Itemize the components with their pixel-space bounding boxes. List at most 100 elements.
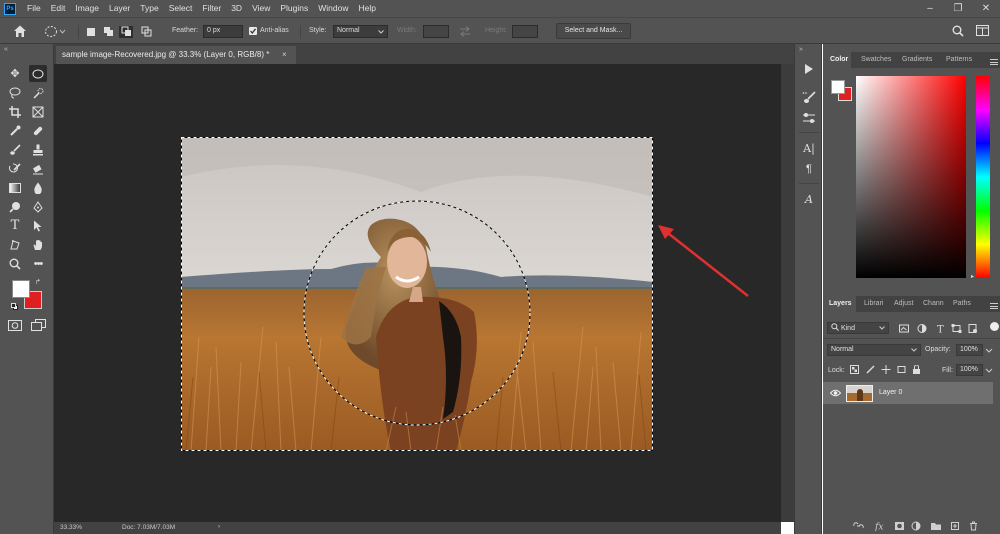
document-image[interactable] — [181, 137, 653, 451]
glyphs-panel-icon[interactable]: A — [801, 191, 817, 207]
width-input[interactable] — [423, 25, 449, 38]
status-menu-arrow-icon[interactable]: › — [218, 523, 220, 530]
menu-image[interactable]: Image — [70, 0, 104, 17]
elliptical-marquee-preset-icon[interactable] — [44, 25, 66, 38]
screen-mode-icon[interactable] — [31, 319, 46, 331]
select-and-mask-button[interactable]: Select and Mask... — [556, 23, 631, 39]
tab-adjustments[interactable]: Adjust — [894, 300, 913, 307]
menu-edit[interactable]: Edit — [46, 0, 71, 17]
chevron-down-icon[interactable] — [985, 348, 993, 353]
height-input[interactable] — [512, 25, 538, 38]
chevron-down-icon[interactable] — [985, 368, 993, 373]
menu-3d[interactable]: 3D — [226, 0, 247, 17]
style-label: Style: — [309, 27, 327, 34]
color-field[interactable] — [856, 76, 966, 278]
color-panel-menu-icon[interactable] — [990, 59, 998, 65]
history-brush-tool-icon[interactable] — [6, 160, 24, 177]
eraser-tool-icon[interactable] — [29, 160, 47, 177]
swap-width-height-icon[interactable] — [459, 26, 471, 37]
layers-panel-menu-icon[interactable] — [990, 303, 998, 309]
collapse-arrows-icon[interactable]: « — [4, 46, 8, 53]
anti-alias-checkbox[interactable] — [249, 27, 257, 35]
paragraph-panel-icon[interactable]: ¶ — [801, 161, 817, 177]
blur-tool-icon[interactable] — [29, 179, 47, 196]
dodge-tool-icon[interactable] — [6, 198, 24, 215]
move-tool-icon[interactable]: ✥ — [6, 65, 24, 82]
layer-filter-toggle[interactable] — [990, 322, 999, 331]
crop-tool-icon[interactable] — [6, 103, 24, 120]
tab-swatches[interactable]: Swatches — [861, 56, 891, 63]
brush-tool-icon[interactable] — [6, 141, 24, 158]
hue-slider-handle-icon[interactable]: ▸ — [971, 273, 974, 280]
zoom-tool-icon[interactable] — [6, 255, 24, 272]
healing-brush-tool-icon[interactable] — [29, 122, 47, 139]
restore-button[interactable]: ❐ — [944, 0, 972, 17]
zoom-level[interactable]: 33.33% — [60, 524, 82, 531]
shape-tool-icon[interactable] — [6, 236, 24, 253]
tab-layers[interactable]: Layers — [829, 300, 852, 307]
path-selection-tool-icon[interactable] — [29, 217, 47, 234]
feather-input[interactable]: 0 px — [203, 25, 243, 38]
lasso-tool-icon[interactable] — [6, 84, 24, 101]
visibility-eye-icon[interactable] — [830, 389, 841, 397]
style-select[interactable]: Normal — [333, 25, 388, 38]
status-bar: 33.33% Doc: 7.03M/7.03M › — [54, 522, 781, 534]
menu-plugins[interactable]: Plugins — [275, 0, 313, 17]
chevron-down-icon — [378, 30, 384, 34]
layers-bottom-toolbar[interactable]: fx — [853, 521, 993, 531]
color-panel-foreground-swatch[interactable] — [831, 80, 845, 94]
fill-input[interactable]: 100% — [956, 364, 983, 376]
tab-channels[interactable]: Chann — [923, 300, 944, 307]
layer-filter-icons[interactable]: T — [899, 324, 995, 334]
eyedropper-tool-icon[interactable] — [6, 122, 24, 139]
menu-filter[interactable]: Filter — [197, 0, 226, 17]
blend-mode-select[interactable]: Normal — [827, 344, 921, 356]
menu-window[interactable]: Window — [313, 0, 353, 17]
search-icon[interactable] — [952, 25, 964, 37]
minimize-button[interactable]: – — [916, 0, 944, 17]
close-window-button[interactable]: ✕ — [972, 0, 1000, 17]
foreground-color-swatch[interactable] — [12, 280, 30, 298]
hand-tool-icon[interactable] — [29, 236, 47, 253]
menu-layer[interactable]: Layer — [104, 0, 135, 17]
swap-colors-icon[interactable]: ↱ — [35, 278, 41, 286]
menu-view[interactable]: View — [247, 0, 275, 17]
quick-selection-tool-icon[interactable] — [29, 84, 47, 101]
selection-mode-icons[interactable] — [86, 26, 160, 38]
vertical-scrollbar[interactable] — [781, 64, 794, 522]
menu-select[interactable]: Select — [164, 0, 198, 17]
layer-row[interactable]: Layer 0 — [823, 382, 993, 404]
layer-filter-kind-select[interactable]: Kind — [827, 322, 889, 334]
tab-libraries[interactable]: Librari — [864, 300, 883, 307]
character-panel-icon[interactable]: A| — [801, 140, 817, 156]
gradient-tool-icon[interactable] — [6, 179, 24, 196]
collapse-arrows-icon[interactable]: » — [799, 46, 803, 53]
quick-mask-icon[interactable] — [8, 320, 22, 331]
tab-patterns[interactable]: Patterns — [946, 56, 972, 63]
menu-type[interactable]: Type — [135, 0, 163, 17]
default-colors-icon[interactable] — [11, 303, 18, 310]
tab-paths[interactable]: Paths — [953, 300, 971, 307]
opacity-input[interactable]: 100% — [956, 344, 983, 356]
home-icon[interactable] — [12, 24, 28, 38]
frame-tool-icon[interactable] — [29, 103, 47, 120]
type-tool-icon[interactable]: T — [6, 217, 24, 234]
menu-help[interactable]: Help — [353, 0, 380, 17]
clone-stamp-tool-icon[interactable] — [29, 141, 47, 158]
play-actions-icon[interactable] — [801, 61, 817, 77]
menu-file[interactable]: File — [22, 0, 46, 17]
lock-icons[interactable] — [850, 365, 932, 375]
workspace-icon[interactable] — [976, 25, 990, 37]
brush-settings-icon[interactable] — [801, 90, 817, 106]
pen-tool-icon[interactable] — [29, 198, 47, 215]
adjustments-sliders-icon[interactable] — [801, 110, 817, 126]
hue-slider[interactable] — [976, 76, 990, 278]
elliptical-marquee-tool-icon[interactable] — [29, 65, 47, 82]
layer-name[interactable]: Layer 0 — [879, 389, 902, 396]
document-tab[interactable]: sample image-Recovered.jpg @ 33.3% (Laye… — [56, 46, 296, 64]
more-tools-icon[interactable]: ••• — [29, 255, 47, 272]
chevron-down-icon — [879, 326, 885, 330]
tab-gradients[interactable]: Gradients — [902, 56, 932, 63]
close-document-icon[interactable]: × — [282, 46, 287, 64]
tab-color[interactable]: Color — [830, 56, 848, 63]
